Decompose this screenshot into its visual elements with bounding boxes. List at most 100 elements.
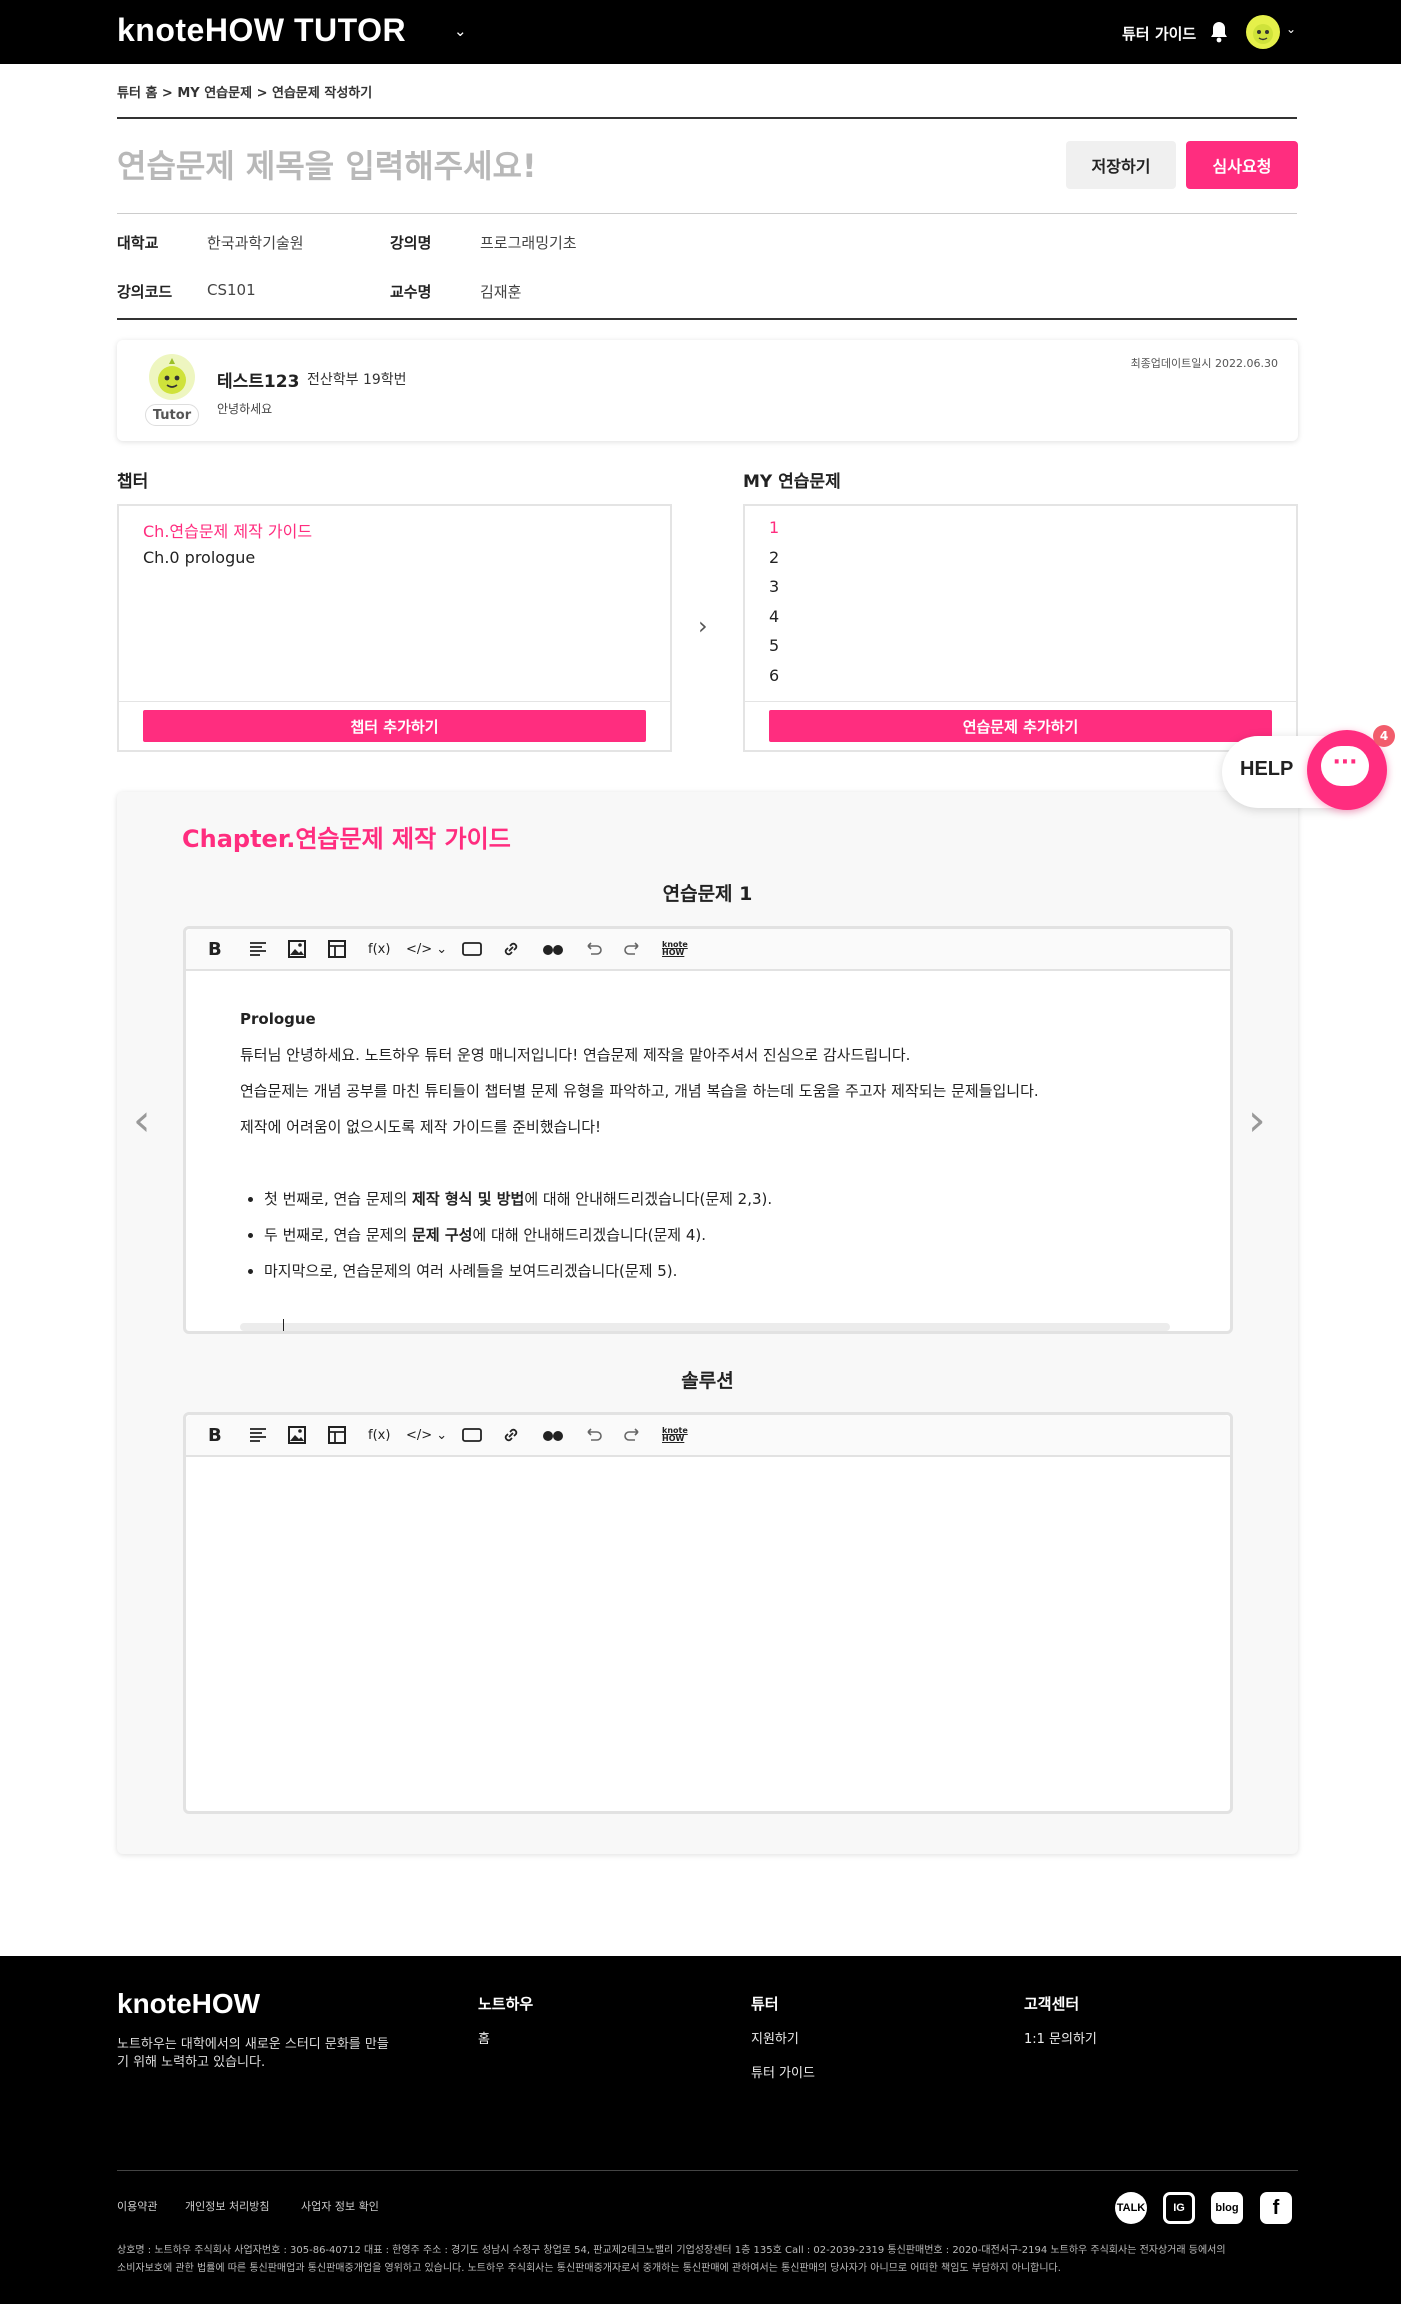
footer: knoteHOW 노트하우는 대학에서의 새로운 스터디 문화를 만들기 위해 … <box>0 1956 1401 2304</box>
table-icon[interactable] <box>327 938 347 960</box>
bold-icon[interactable]: B <box>208 1424 222 1446</box>
image-icon[interactable] <box>287 938 307 960</box>
chevron-down-icon[interactable]: ⌄ <box>454 22 467 40</box>
exercise-item[interactable]: 2 <box>769 548 779 567</box>
quote-icon[interactable] <box>541 1424 565 1446</box>
quote-icon[interactable] <box>541 938 565 960</box>
course-code-label: 강의코드 <box>117 283 173 301</box>
chapter-item[interactable]: Ch.연습문제 제작 가이드 <box>143 518 312 542</box>
box-icon[interactable] <box>461 1424 483 1446</box>
exercise-item[interactable]: 1 <box>769 518 779 537</box>
course-code-value: CS101 <box>207 281 256 299</box>
content-paragraph: 튜터님 안녕하세요. 노트하우 튜터 운영 매니저입니다! 연습문제 제작을 맡… <box>240 1046 911 1064</box>
undo-icon[interactable] <box>582 1424 604 1446</box>
footer-link-home[interactable]: 홈 <box>478 2028 490 2047</box>
footer-link-inquiry[interactable]: 1:1 문의하기 <box>1024 2028 1097 2047</box>
divider <box>117 213 1297 214</box>
exercise-item[interactable]: 3 <box>769 577 779 596</box>
table-icon[interactable] <box>327 1424 347 1446</box>
bold-icon[interactable]: B <box>208 938 222 960</box>
lecture-value: 프로그래밍기초 <box>480 234 577 252</box>
box-icon[interactable] <box>461 938 483 960</box>
link-icon[interactable] <box>501 938 521 960</box>
facebook-icon[interactable]: f <box>1260 2192 1292 2224</box>
review-request-button[interactable]: 심사요청 <box>1186 141 1298 189</box>
code-icon[interactable]: </> ⌄ <box>406 938 447 960</box>
solution-editor[interactable]: B f(x) </> ⌄ knote HOW <box>183 1412 1233 1814</box>
exercise-item[interactable]: 4 <box>769 607 779 626</box>
text-caret <box>283 1319 284 1331</box>
chapter-section-title: 챕터 <box>117 472 149 492</box>
avatar[interactable] <box>1246 15 1280 49</box>
editor-panel: Chapter.연습문제 제작 가이드 연습문제 1 B f(x) </> ⌄ … <box>117 792 1298 1854</box>
add-chapter-button[interactable]: 챕터 추가하기 <box>143 710 646 742</box>
editor-toolbar: B f(x) </> ⌄ knote HOW <box>186 1415 1230 1457</box>
redo-icon[interactable] <box>622 938 644 960</box>
align-icon[interactable] <box>248 1424 268 1446</box>
code-label: </> <box>406 941 433 957</box>
editor-content[interactable]: Prologue 튜터님 안녕하세요. 노트하우 튜터 운영 매니저입니다! 연… <box>240 1001 1180 1289</box>
tutor-department: 전산학부 19학번 <box>307 372 407 388</box>
content-list: 첫 번째로, 연습 문제의 제작 형식 및 방법에 대해 안내해드리겠습니다(문… <box>264 1181 1180 1289</box>
lecture-label: 강의명 <box>390 234 432 252</box>
content-paragraph: 연습문제는 개념 공부를 마친 튜티들이 챕터별 문제 유형을 파악하고, 개념… <box>240 1082 1039 1100</box>
last-updated: 최종업데이트일시 2022.06.30 <box>1130 357 1278 370</box>
next-arrow-icon[interactable]: › <box>1248 1095 1266 1146</box>
knotehow-icon[interactable]: knote HOW <box>662 1424 688 1446</box>
business-info-link[interactable]: 사업자 정보 확인 <box>301 2198 379 2214</box>
chevron-right-icon: › <box>698 612 708 640</box>
link-icon[interactable] <box>501 1424 521 1446</box>
save-button[interactable]: 저장하기 <box>1066 141 1176 189</box>
footer-link-apply[interactable]: 지원하기 <box>751 2028 799 2047</box>
list-item: 첫 번째로, 연습 문제의 제작 형식 및 방법에 대해 안내해드리겠습니다(문… <box>264 1181 1180 1217</box>
exercise-item[interactable]: 6 <box>769 666 779 685</box>
privacy-link[interactable]: 개인정보 처리방침 <box>185 2198 269 2214</box>
chapter-title: Chapter.연습문제 제작 가이드 <box>182 825 511 853</box>
formula-icon[interactable]: f(x) <box>368 1424 390 1446</box>
problem-editor[interactable]: B f(x) </> ⌄ knote HOW Prologue 튜터님 안녕하세… <box>183 926 1233 1334</box>
tutor-greeting: 안녕하세요 <box>217 402 273 416</box>
professor-value: 김재훈 <box>480 283 522 301</box>
footer-description: 노트하우는 대학에서의 새로운 스터디 문화를 만들기 위해 노력하고 있습니다… <box>117 2037 389 2070</box>
instagram-icon[interactable]: IG <box>1163 2192 1195 2224</box>
add-exercise-button[interactable]: 연습문제 추가하기 <box>769 710 1272 742</box>
problem-title: 연습문제 1 <box>662 883 753 905</box>
breadcrumb: 튜터 홈 > MY 연습문제 > 연습문제 작성하기 <box>117 86 373 101</box>
exercise-list-box: 1 2 3 4 5 6 연습문제 추가하기 <box>743 504 1298 752</box>
prev-arrow-icon[interactable]: ‹ <box>133 1095 151 1146</box>
editor-toolbar: B f(x) </> ⌄ knote HOW <box>186 929 1230 971</box>
title-input[interactable] <box>117 140 697 192</box>
footer-col-title: 고객센터 <box>1024 1995 1080 2013</box>
tutor-profile-card: Tutor 테스트123 전산학부 19학번 안녕하세요 최종업데이트일시 20… <box>117 340 1298 441</box>
list-item: 두 번째로, 연습 문제의 문제 구성에 대해 안내해드리겠습니다(문제 4). <box>264 1217 1180 1253</box>
brand-logo[interactable]: knoteHOW TUTOR <box>117 12 406 49</box>
professor-label: 교수명 <box>390 283 432 301</box>
chapter-list-box: Ch.연습문제 제작 가이드 Ch.0 prologue 챕터 추가하기 <box>117 504 672 752</box>
footer-link-tutor-guide[interactable]: 튜터 가이드 <box>751 2062 815 2081</box>
university-value: 한국과학기술원 <box>207 234 304 252</box>
blog-icon[interactable]: blog <box>1211 2192 1243 2224</box>
undo-icon[interactable] <box>582 938 604 960</box>
tutor-badge: Tutor <box>145 404 199 426</box>
help-label: HELP <box>1240 758 1294 780</box>
code-label: </> <box>406 1427 433 1443</box>
kakaotalk-icon[interactable]: TALK <box>1115 2192 1147 2224</box>
legal-text: 상호명 : 노트하우 주식회사 사업자번호 : 305-86-40712 대표 … <box>117 2245 1226 2274</box>
image-icon[interactable] <box>287 1424 307 1446</box>
help-button[interactable]: HELP ··· <box>1222 730 1387 810</box>
formula-icon[interactable]: f(x) <box>368 938 390 960</box>
chapter-item[interactable]: Ch.0 prologue <box>143 548 255 567</box>
exercise-item[interactable]: 5 <box>769 636 779 655</box>
bell-icon[interactable] <box>1209 20 1229 44</box>
content-paragraph: 제작에 어려움이 없으시도록 제작 가이드를 준비했습니다! <box>240 1118 602 1136</box>
tutor-avatar <box>149 354 195 400</box>
horizontal-scrollbar[interactable] <box>240 1323 1170 1331</box>
tutor-guide-link[interactable]: 튜터 가이드 <box>1122 23 1196 44</box>
footer-logo[interactable]: knoteHOW <box>117 1988 260 2020</box>
knotehow-icon[interactable]: knote HOW <box>662 938 688 960</box>
align-icon[interactable] <box>248 938 268 960</box>
chevron-down-icon[interactable]: ⌄ <box>1286 22 1296 36</box>
code-icon[interactable]: </> ⌄ <box>406 1424 447 1446</box>
terms-link[interactable]: 이용약관 <box>117 2198 157 2214</box>
redo-icon[interactable] <box>622 1424 644 1446</box>
